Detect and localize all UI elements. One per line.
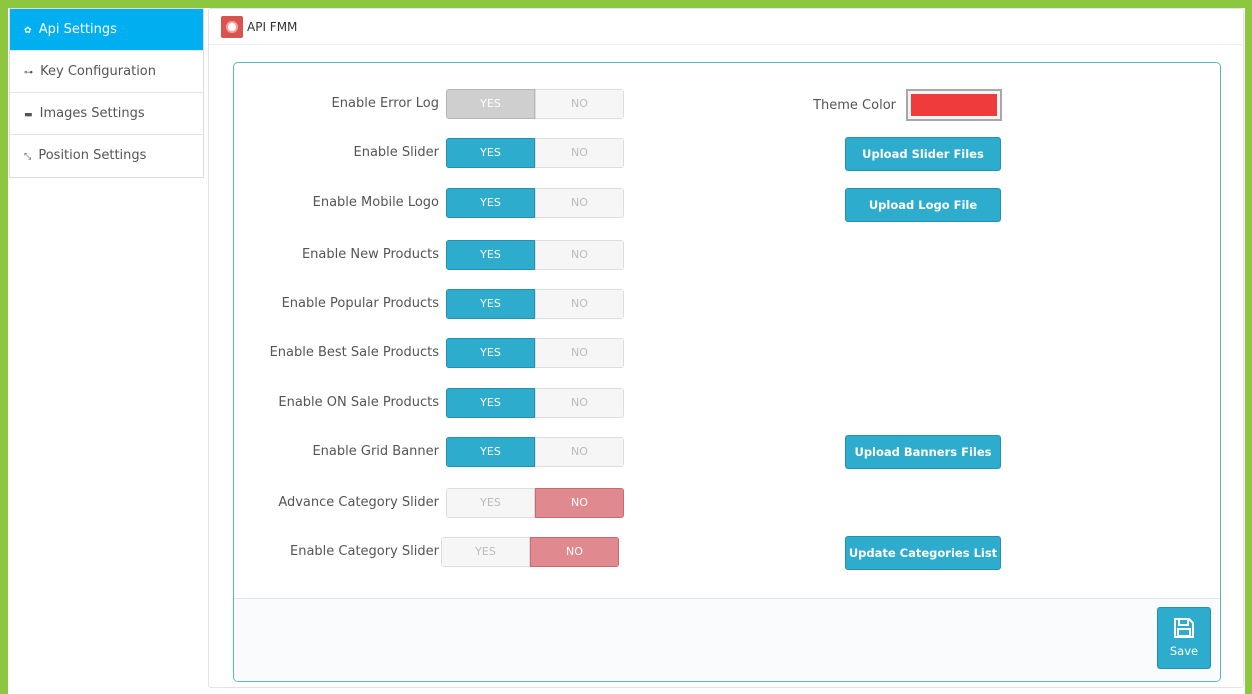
upload-logo-file-button[interactable]: Upload Logo File — [845, 188, 1001, 222]
toggle-enable-mobile-logo: YES NO — [446, 188, 624, 218]
yes-option[interactable]: YES — [446, 138, 535, 168]
sidebar: ✿ Api Settings ⊶ Key Configuration ▬ Ima… — [9, 8, 204, 178]
toggle-enable-popular-products: YES NO — [446, 289, 624, 319]
row-label: Enable Mobile Logo — [312, 195, 439, 210]
toggle-enable-on-sale-products: YES NO — [446, 388, 624, 418]
yes-option[interactable]: YES — [446, 338, 535, 368]
save-button[interactable]: Save — [1157, 607, 1211, 669]
row-label: Enable ON Sale Products — [278, 395, 439, 410]
no-option[interactable]: NO — [535, 388, 624, 418]
no-option[interactable]: NO — [535, 338, 624, 368]
update-categories-list-button[interactable]: Update Categories List — [845, 536, 1001, 570]
yes-option[interactable]: YES — [446, 89, 535, 119]
panel-header: API FMM — [209, 9, 1243, 45]
yes-option[interactable]: YES — [441, 537, 530, 567]
sidebar-item-position-settings[interactable]: ⤡ Position Settings — [10, 135, 203, 177]
form-footer: Save — [234, 598, 1220, 681]
row-label: Advance Category Slider — [278, 495, 439, 510]
no-option[interactable]: NO — [535, 240, 624, 270]
app-logo-icon — [221, 15, 243, 38]
yes-option[interactable]: YES — [446, 289, 535, 319]
sidebar-item-label: Api Settings — [38, 22, 117, 37]
toggle-enable-slider: YES NO — [446, 138, 624, 168]
key-icon: ⊶ — [24, 68, 33, 78]
row-label: Enable Grid Banner — [312, 444, 439, 459]
row-label: Enable Popular Products — [281, 296, 439, 311]
save-label: Save — [1169, 644, 1199, 658]
no-option[interactable]: NO — [535, 138, 624, 168]
yes-option[interactable]: YES — [446, 488, 535, 518]
main-panel: API FMM Enable Error Log YES NO Enable S… — [208, 8, 1244, 688]
row-label: Enable Category Slider — [290, 544, 439, 559]
sidebar-item-label: Images Settings — [39, 106, 145, 121]
theme-color-label: Theme Color — [813, 98, 896, 113]
toggle-advance-category-slider: YES NO — [446, 488, 624, 518]
yes-option[interactable]: YES — [446, 240, 535, 270]
row-label: Enable New Products — [301, 247, 439, 262]
upload-banners-files-button[interactable]: Upload Banners Files — [845, 435, 1001, 469]
yes-option[interactable]: YES — [446, 388, 535, 418]
gear-icon: ✿ — [24, 26, 32, 36]
panel-title: API FMM — [247, 19, 298, 34]
yes-option[interactable]: YES — [446, 188, 535, 218]
sidebar-item-label: Position Settings — [38, 148, 147, 163]
toggle-enable-error-log: YES NO — [446, 89, 624, 119]
no-option[interactable]: NO — [535, 289, 624, 319]
toggle-enable-best-sale-products: YES NO — [446, 338, 624, 368]
no-option[interactable]: NO — [535, 188, 624, 218]
row-label: Enable Slider — [353, 145, 439, 160]
settings-form: Enable Error Log YES NO Enable Slider YE… — [233, 62, 1221, 682]
sidebar-item-images-settings[interactable]: ▬ Images Settings — [10, 93, 203, 135]
toggle-enable-category-slider: YES NO — [441, 537, 619, 567]
theme-color-swatch — [911, 94, 997, 116]
sidebar-item-key-configuration[interactable]: ⊶ Key Configuration — [10, 51, 203, 93]
sidebar-item-label: Key Configuration — [40, 64, 157, 79]
no-option[interactable]: NO — [535, 488, 624, 518]
floppy-disk-icon — [1174, 618, 1194, 638]
toggle-enable-new-products: YES NO — [446, 240, 624, 270]
arrows-icon: ⤡ — [24, 152, 32, 162]
row-label: Enable Best Sale Products — [269, 345, 439, 360]
no-option[interactable]: NO — [535, 89, 624, 119]
row-label: Enable Error Log — [331, 96, 439, 111]
yes-option[interactable]: YES — [446, 437, 535, 467]
sidebar-item-api-settings[interactable]: ✿ Api Settings — [10, 9, 203, 51]
images-icon: ▬ — [24, 110, 33, 120]
no-option[interactable]: NO — [535, 437, 624, 467]
toggle-enable-grid-banner: YES NO — [446, 437, 624, 467]
theme-color-picker[interactable] — [906, 89, 1002, 121]
upload-slider-files-button[interactable]: Upload Slider Files — [845, 137, 1001, 171]
no-option[interactable]: NO — [530, 537, 619, 567]
